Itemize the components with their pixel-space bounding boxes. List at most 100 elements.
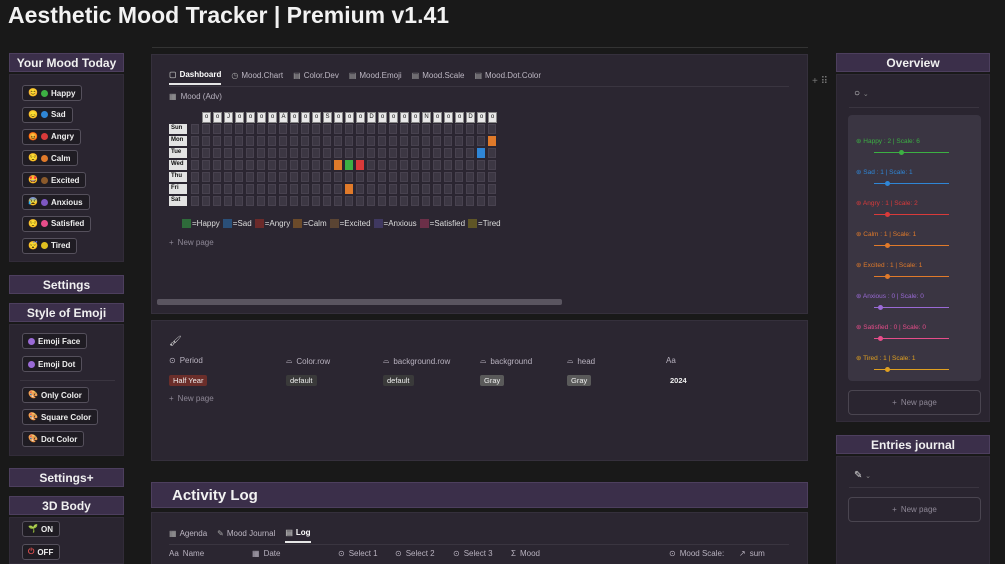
- grid-cell[interactable]: [257, 136, 265, 146]
- property-value[interactable]: Half Year: [169, 375, 208, 386]
- grid-cell[interactable]: [422, 148, 430, 158]
- grid-cell[interactable]: [257, 124, 265, 134]
- grid-cell[interactable]: [334, 196, 342, 206]
- grid-cell[interactable]: [312, 124, 320, 134]
- grid-cell[interactable]: [444, 184, 452, 194]
- property-value[interactable]: default: [383, 375, 414, 386]
- grid-cell[interactable]: [334, 148, 342, 158]
- grid-cell[interactable]: [466, 160, 474, 170]
- grid-cell[interactable]: [345, 148, 353, 158]
- grid-cell[interactable]: [235, 184, 243, 194]
- grid-cell[interactable]: [279, 172, 287, 182]
- grid-cell[interactable]: [312, 184, 320, 194]
- grid-cell[interactable]: [257, 172, 265, 182]
- grid-cell[interactable]: [477, 184, 485, 194]
- grid-cell[interactable]: [444, 136, 452, 146]
- mood-button-tired[interactable]: 😴 Tired: [22, 237, 78, 254]
- grid-cell[interactable]: [246, 160, 254, 170]
- grid-cell[interactable]: [290, 196, 298, 206]
- grid-cell[interactable]: [367, 196, 375, 206]
- grid-cell[interactable]: [279, 184, 287, 194]
- grid-cell[interactable]: [224, 160, 232, 170]
- grid-cell[interactable]: [290, 124, 298, 134]
- grid-cell[interactable]: [411, 136, 419, 146]
- grid-cell[interactable]: [356, 184, 364, 194]
- circle-icon[interactable]: ○ ⌄: [854, 88, 869, 99]
- grid-cell[interactable]: [367, 124, 375, 134]
- grid-cell[interactable]: [367, 172, 375, 182]
- property-value[interactable]: Gray: [567, 375, 592, 386]
- horizontal-scrollbar[interactable]: [155, 299, 795, 305]
- grid-cell[interactable]: [477, 160, 485, 170]
- grid-cell[interactable]: [191, 196, 199, 206]
- tab-mood-emoji[interactable]: ▤ Mood.Emoji: [349, 70, 402, 85]
- grid-cell[interactable]: [400, 172, 408, 182]
- grid-cell[interactable]: [224, 148, 232, 158]
- dot-color-button[interactable]: 🎨 Dot Color: [22, 431, 85, 447]
- grid-cell[interactable]: [224, 136, 232, 146]
- grid-cell[interactable]: [367, 136, 375, 146]
- grid-cell[interactable]: [191, 136, 199, 146]
- grid-cell[interactable]: [235, 172, 243, 182]
- tab-dashboard[interactable]: ▢ Dashboard: [169, 70, 222, 85]
- grid-cell[interactable]: [422, 196, 430, 206]
- grid-cell[interactable]: [477, 196, 485, 206]
- grid-cell[interactable]: [400, 148, 408, 158]
- grid-cell[interactable]: [268, 136, 276, 146]
- grid-cell[interactable]: [224, 172, 232, 182]
- property-header[interactable]: ⊙ Period: [169, 356, 203, 365]
- new-page-button[interactable]: + New page: [169, 394, 214, 403]
- grid-cell[interactable]: [191, 148, 199, 158]
- grid-cell[interactable]: [455, 184, 463, 194]
- grid-cell[interactable]: [290, 160, 298, 170]
- grid-cell[interactable]: [268, 184, 276, 194]
- grid-cell[interactable]: [246, 136, 254, 146]
- grid-cell-marked[interactable]: [356, 160, 364, 170]
- grid-cell[interactable]: [466, 184, 474, 194]
- mood-button-angry[interactable]: 😡 Angry: [22, 128, 82, 145]
- grid-cell[interactable]: [334, 124, 342, 134]
- property-header[interactable]: ⌓ background.row: [383, 356, 450, 366]
- new-page-button[interactable]: + New page: [169, 238, 214, 247]
- grid-cell[interactable]: [444, 160, 452, 170]
- log-tab-mood-journal[interactable]: ✎ Mood Journal: [217, 528, 275, 543]
- grid-cell[interactable]: [235, 196, 243, 206]
- grid-cell[interactable]: [224, 184, 232, 194]
- grid-cell[interactable]: [466, 136, 474, 146]
- grid-cell[interactable]: [279, 160, 287, 170]
- grid-cell-marked[interactable]: [488, 136, 496, 146]
- grid-cell[interactable]: [290, 136, 298, 146]
- grid-cell[interactable]: [356, 124, 364, 134]
- grid-cell[interactable]: [356, 196, 364, 206]
- grid-cell[interactable]: [191, 160, 199, 170]
- grid-cell[interactable]: [389, 124, 397, 134]
- grid-cell[interactable]: [246, 124, 254, 134]
- grid-cell[interactable]: [257, 148, 265, 158]
- grid-cell[interactable]: [323, 136, 331, 146]
- grid-cell[interactable]: [301, 196, 309, 206]
- grid-cell[interactable]: [279, 148, 287, 158]
- grid-cell[interactable]: [411, 196, 419, 206]
- grid-cell[interactable]: [257, 184, 265, 194]
- grid-cell[interactable]: [213, 172, 221, 182]
- pen-icon[interactable]: ✎ ⌄: [854, 470, 871, 481]
- grid-cell[interactable]: [290, 184, 298, 194]
- grid-cell[interactable]: [246, 148, 254, 158]
- grid-cell[interactable]: [422, 172, 430, 182]
- settings-header[interactable]: Settings: [9, 275, 124, 294]
- property-header[interactable]: ⌓ Color.row: [286, 356, 330, 366]
- grid-cell[interactable]: [455, 124, 463, 134]
- grid-cell[interactable]: [202, 148, 210, 158]
- grid-cell[interactable]: [389, 160, 397, 170]
- grid-cell[interactable]: [279, 124, 287, 134]
- grid-cell[interactable]: [235, 124, 243, 134]
- grid-cell[interactable]: [213, 124, 221, 134]
- emoji-face-button[interactable]: Emoji Face: [22, 333, 88, 349]
- grid-cell[interactable]: [488, 172, 496, 182]
- grid-cell[interactable]: [356, 172, 364, 182]
- grid-cell[interactable]: [301, 136, 309, 146]
- grid-cell[interactable]: [411, 148, 419, 158]
- grid-cell[interactable]: [268, 172, 276, 182]
- grid-cell[interactable]: [235, 148, 243, 158]
- grid-cell[interactable]: [334, 184, 342, 194]
